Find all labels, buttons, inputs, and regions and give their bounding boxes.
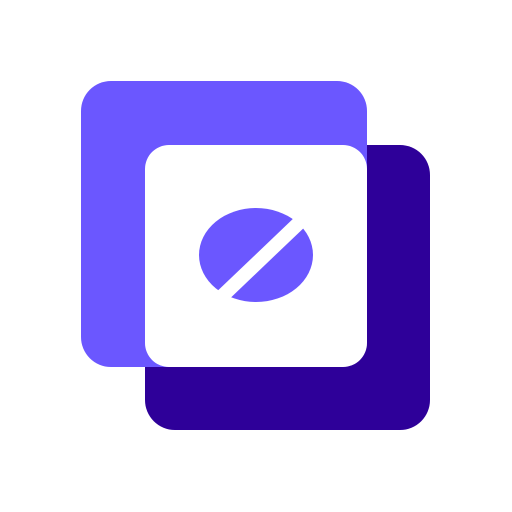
app-icon-canvas [0, 0, 512, 512]
coffee-bean-icon [199, 208, 313, 309]
